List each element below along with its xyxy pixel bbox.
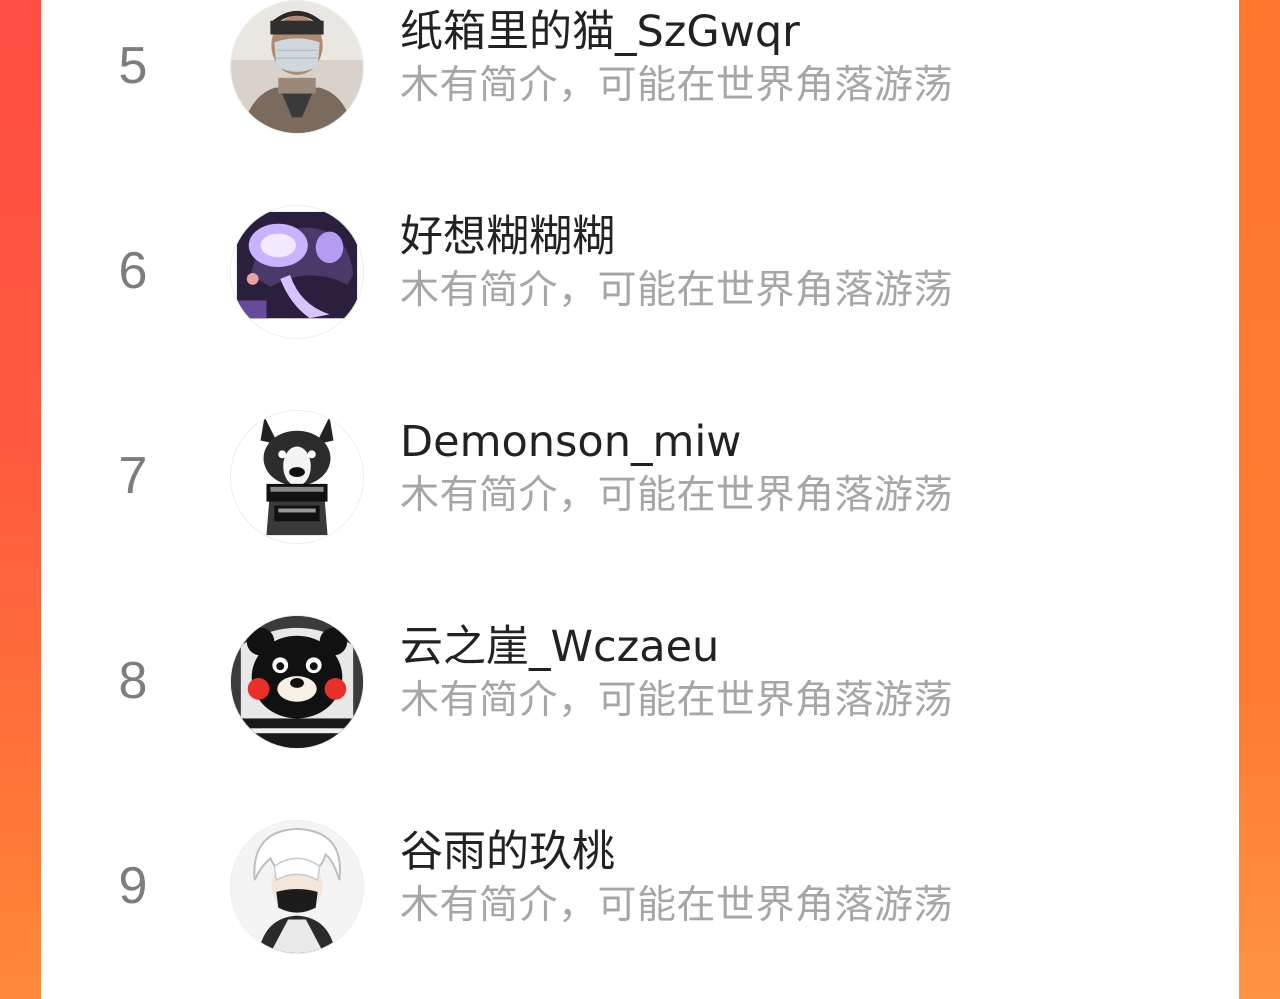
ranking-row[interactable]: 6 好想糊糊糊 木有简介，可能在世界角落游荡 xyxy=(41,205,1239,410)
purple-lamp-avatar-icon[interactable] xyxy=(230,205,364,339)
masked-man-avatar-icon[interactable] xyxy=(230,0,364,134)
rank-number: 6 xyxy=(118,242,148,300)
kumamon-avatar-icon[interactable] xyxy=(230,615,364,749)
rank-number: 5 xyxy=(118,37,148,95)
ranking-row[interactable]: 7 Demonson_miw 木有简介，可能在世界角落游荡 xyxy=(41,410,1239,615)
ranking-row[interactable]: 9 谷雨的玖桃 木有简介，可能在世界角落游荡 xyxy=(41,820,1239,999)
user-name[interactable]: 纸箱里的猫_SzGwqr xyxy=(400,4,800,60)
user-name[interactable]: 谷雨的玖桃 xyxy=(400,824,615,880)
background-strip xyxy=(1238,0,1280,999)
bulldog-avatar-icon[interactable] xyxy=(230,410,364,544)
user-bio: 木有简介，可能在世界角落游荡 xyxy=(400,883,954,928)
user-bio: 木有简介，可能在世界角落游荡 xyxy=(400,473,954,518)
user-bio: 木有简介，可能在世界角落游荡 xyxy=(400,63,954,108)
rank-number: 9 xyxy=(118,857,148,915)
ranking-row[interactable]: 5 纸箱里的猫_SzGwqr 木有简介，可能在世界角落游荡 xyxy=(41,0,1239,205)
white-hair-anime-avatar-icon[interactable] xyxy=(230,820,364,954)
rank-number: 7 xyxy=(118,447,148,505)
user-bio: 木有简介，可能在世界角落游荡 xyxy=(400,268,954,313)
user-name[interactable]: 好想糊糊糊 xyxy=(400,209,615,265)
user-bio: 木有简介，可能在世界角落游荡 xyxy=(400,678,954,723)
user-name[interactable]: Demonson_miw xyxy=(400,414,741,470)
ranking-row[interactable]: 8 云之崖_Wczaeu 木有简介，可能在世界角落游荡 xyxy=(41,615,1239,820)
user-name[interactable]: 云之崖_Wczaeu xyxy=(400,619,719,675)
ranking-list-card: 5 纸箱里的猫_SzGwqr 木有简介，可能在世界角落游荡 6 好想糊糊糊 木有… xyxy=(41,0,1239,999)
rank-number: 8 xyxy=(118,652,148,710)
